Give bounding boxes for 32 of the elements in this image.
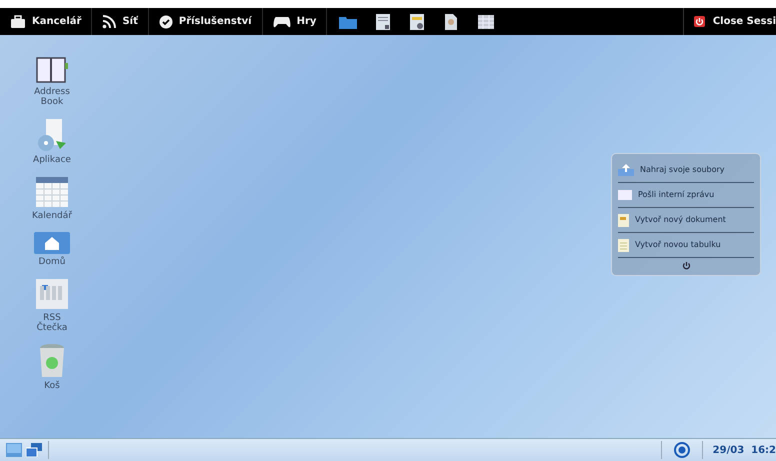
action-item[interactable]: Vytvoř nový dokument: [618, 208, 754, 233]
gamepad-icon: [272, 16, 291, 28]
newspaper-icon: [34, 277, 70, 311]
house-icon: [33, 231, 71, 255]
clock: 29/03 16:2: [712, 444, 776, 458]
desktop-icon-label[interactable]: Address Book: [34, 87, 70, 107]
sheet-icon: [618, 238, 629, 252]
notebook-icon: [34, 55, 70, 85]
document-icon[interactable]: [375, 12, 392, 30]
check-circle-icon: [158, 14, 173, 28]
rss-icon: [102, 14, 116, 28]
action-item[interactable]: Vytvoř novou tabulku: [618, 233, 754, 258]
calendar-icon: [34, 175, 70, 209]
spreadsheet-icon[interactable]: [477, 14, 496, 30]
windows-icon[interactable]: [26, 443, 42, 457]
person-document-icon[interactable]: [443, 12, 460, 30]
picture-document-icon[interactable]: [409, 12, 426, 30]
upload-icon: [618, 164, 634, 176]
desktop-icon-label[interactable]: Domů: [38, 257, 66, 267]
action-item[interactable]: Pošli interní zprávu: [618, 183, 754, 208]
briefcase-icon: [10, 14, 26, 28]
desktop-icon-label[interactable]: Kalendář: [32, 211, 72, 221]
desktop-icon-label[interactable]: RSS Čtečka: [36, 313, 68, 333]
document-icon: [618, 214, 629, 226]
power-icon: [694, 16, 705, 27]
desktop-icon-label[interactable]: Aplikace: [33, 155, 71, 165]
desktop-icon-label[interactable]: Koš: [44, 381, 60, 391]
power-icon[interactable]: [682, 261, 690, 270]
network-icon[interactable]: [674, 442, 690, 458]
folder-icon[interactable]: [339, 14, 358, 28]
recycle-bin-icon: [38, 343, 66, 379]
action-item[interactable]: Nahraj svoje soubory: [618, 158, 754, 183]
